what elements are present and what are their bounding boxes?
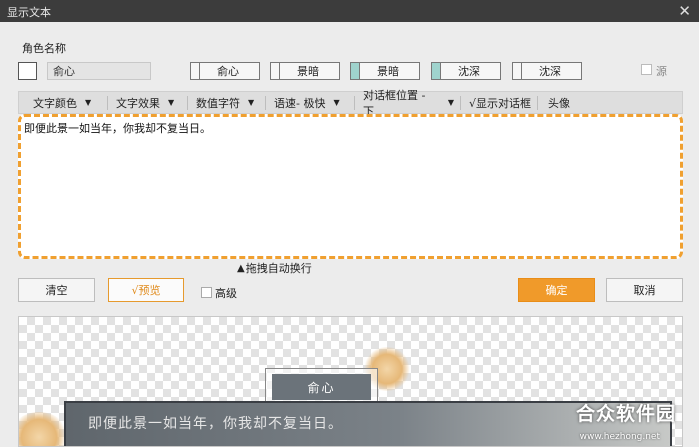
role-name-label: 角色名称 <box>22 42 66 55</box>
dialog-position-dropdown[interactable]: 对话框位置 - 下 ▼ <box>355 89 460 118</box>
preset-label: 俞心 <box>217 65 239 78</box>
chevron-down-icon: ▼ <box>333 98 340 107</box>
role-color-swatch[interactable] <box>18 62 37 80</box>
chevron-down-icon: ▼ <box>85 98 92 107</box>
advanced-checkbox[interactable] <box>201 287 212 298</box>
avatar-button[interactable]: 头像 <box>538 91 584 114</box>
numeric-char-dropdown[interactable]: 数值字符 ▼ <box>188 91 265 114</box>
preset-label: 景暗 <box>377 65 399 78</box>
watermark-logo: 合众软件园 <box>575 403 676 425</box>
preset-button-1[interactable]: 俞心 <box>190 62 260 80</box>
preview-button[interactable]: √预览 <box>108 278 184 302</box>
editor-content: 即便此景一如当年，你我却不复当日。 <box>24 122 211 135</box>
chevron-down-icon: ▼ <box>168 98 175 107</box>
window-title: 显示文本 <box>7 6 51 19</box>
preset-button-4[interactable]: 沈深 <box>431 62 501 80</box>
speed-dropdown[interactable]: 语速- 极快 ▼ <box>266 91 354 114</box>
cancel-button[interactable]: 取消 <box>606 278 683 302</box>
confirm-button[interactable]: 确定 <box>518 278 595 302</box>
watermark-url: www.hezhong.net <box>579 432 660 442</box>
drag-hint-label: 拖拽自动换行 <box>245 262 312 275</box>
advanced-label: 高级 <box>215 287 237 300</box>
blossom-decoration <box>19 412 69 446</box>
show-dialog-toggle[interactable]: √显示对话框 <box>461 91 537 114</box>
triangle-up-icon: ▲ <box>237 262 245 274</box>
preview-speaker-name: 俞心 <box>272 374 371 400</box>
source-checkbox-label: 源 <box>656 65 667 78</box>
text-effect-dropdown[interactable]: 文字效果 ▼ <box>108 91 187 114</box>
preset-button-2[interactable]: 景暗 <box>270 62 340 80</box>
close-icon[interactable]: ✕ <box>678 2 691 20</box>
preset-label: 沈深 <box>458 65 480 78</box>
text-color-dropdown[interactable]: 文字颜色 ▼ <box>19 91 107 114</box>
chevron-down-icon: ▼ <box>248 98 255 107</box>
preset-label: 景暗 <box>297 65 319 78</box>
preset-button-3[interactable]: 景暗 <box>350 62 420 80</box>
preview-canvas: 俞心 即便此景一如当年，你我却不复当日。 合众软件园 www.hezhong.n… <box>18 316 683 447</box>
text-toolbar: 文字颜色 ▼ 文字效果 ▼ 数值字符 ▼ 语速- 极快 ▼ 对话框位置 - 下 … <box>18 89 683 118</box>
display-text-window: 显示文本 ✕ 角色名称 俞心 景暗 景暗 沈深 沈深 源 文字颜色 ▼ 文字效果… <box>0 0 699 447</box>
preset-button-5[interactable]: 沈深 <box>512 62 582 80</box>
title-bar[interactable]: 显示文本 ✕ <box>0 0 699 22</box>
preset-label: 沈深 <box>539 65 561 78</box>
clear-button[interactable]: 清空 <box>18 278 95 302</box>
chevron-down-icon: ▼ <box>447 98 454 107</box>
preview-dialog-text: 即便此景一如当年，你我却不复当日。 <box>88 416 343 432</box>
text-editor[interactable]: 即便此景一如当年，你我却不复当日。 <box>18 114 683 259</box>
source-checkbox[interactable] <box>641 64 652 75</box>
role-name-input[interactable] <box>47 62 151 80</box>
drag-wrap-handle[interactable]: ▲ 拖拽自动换行 <box>237 260 312 276</box>
